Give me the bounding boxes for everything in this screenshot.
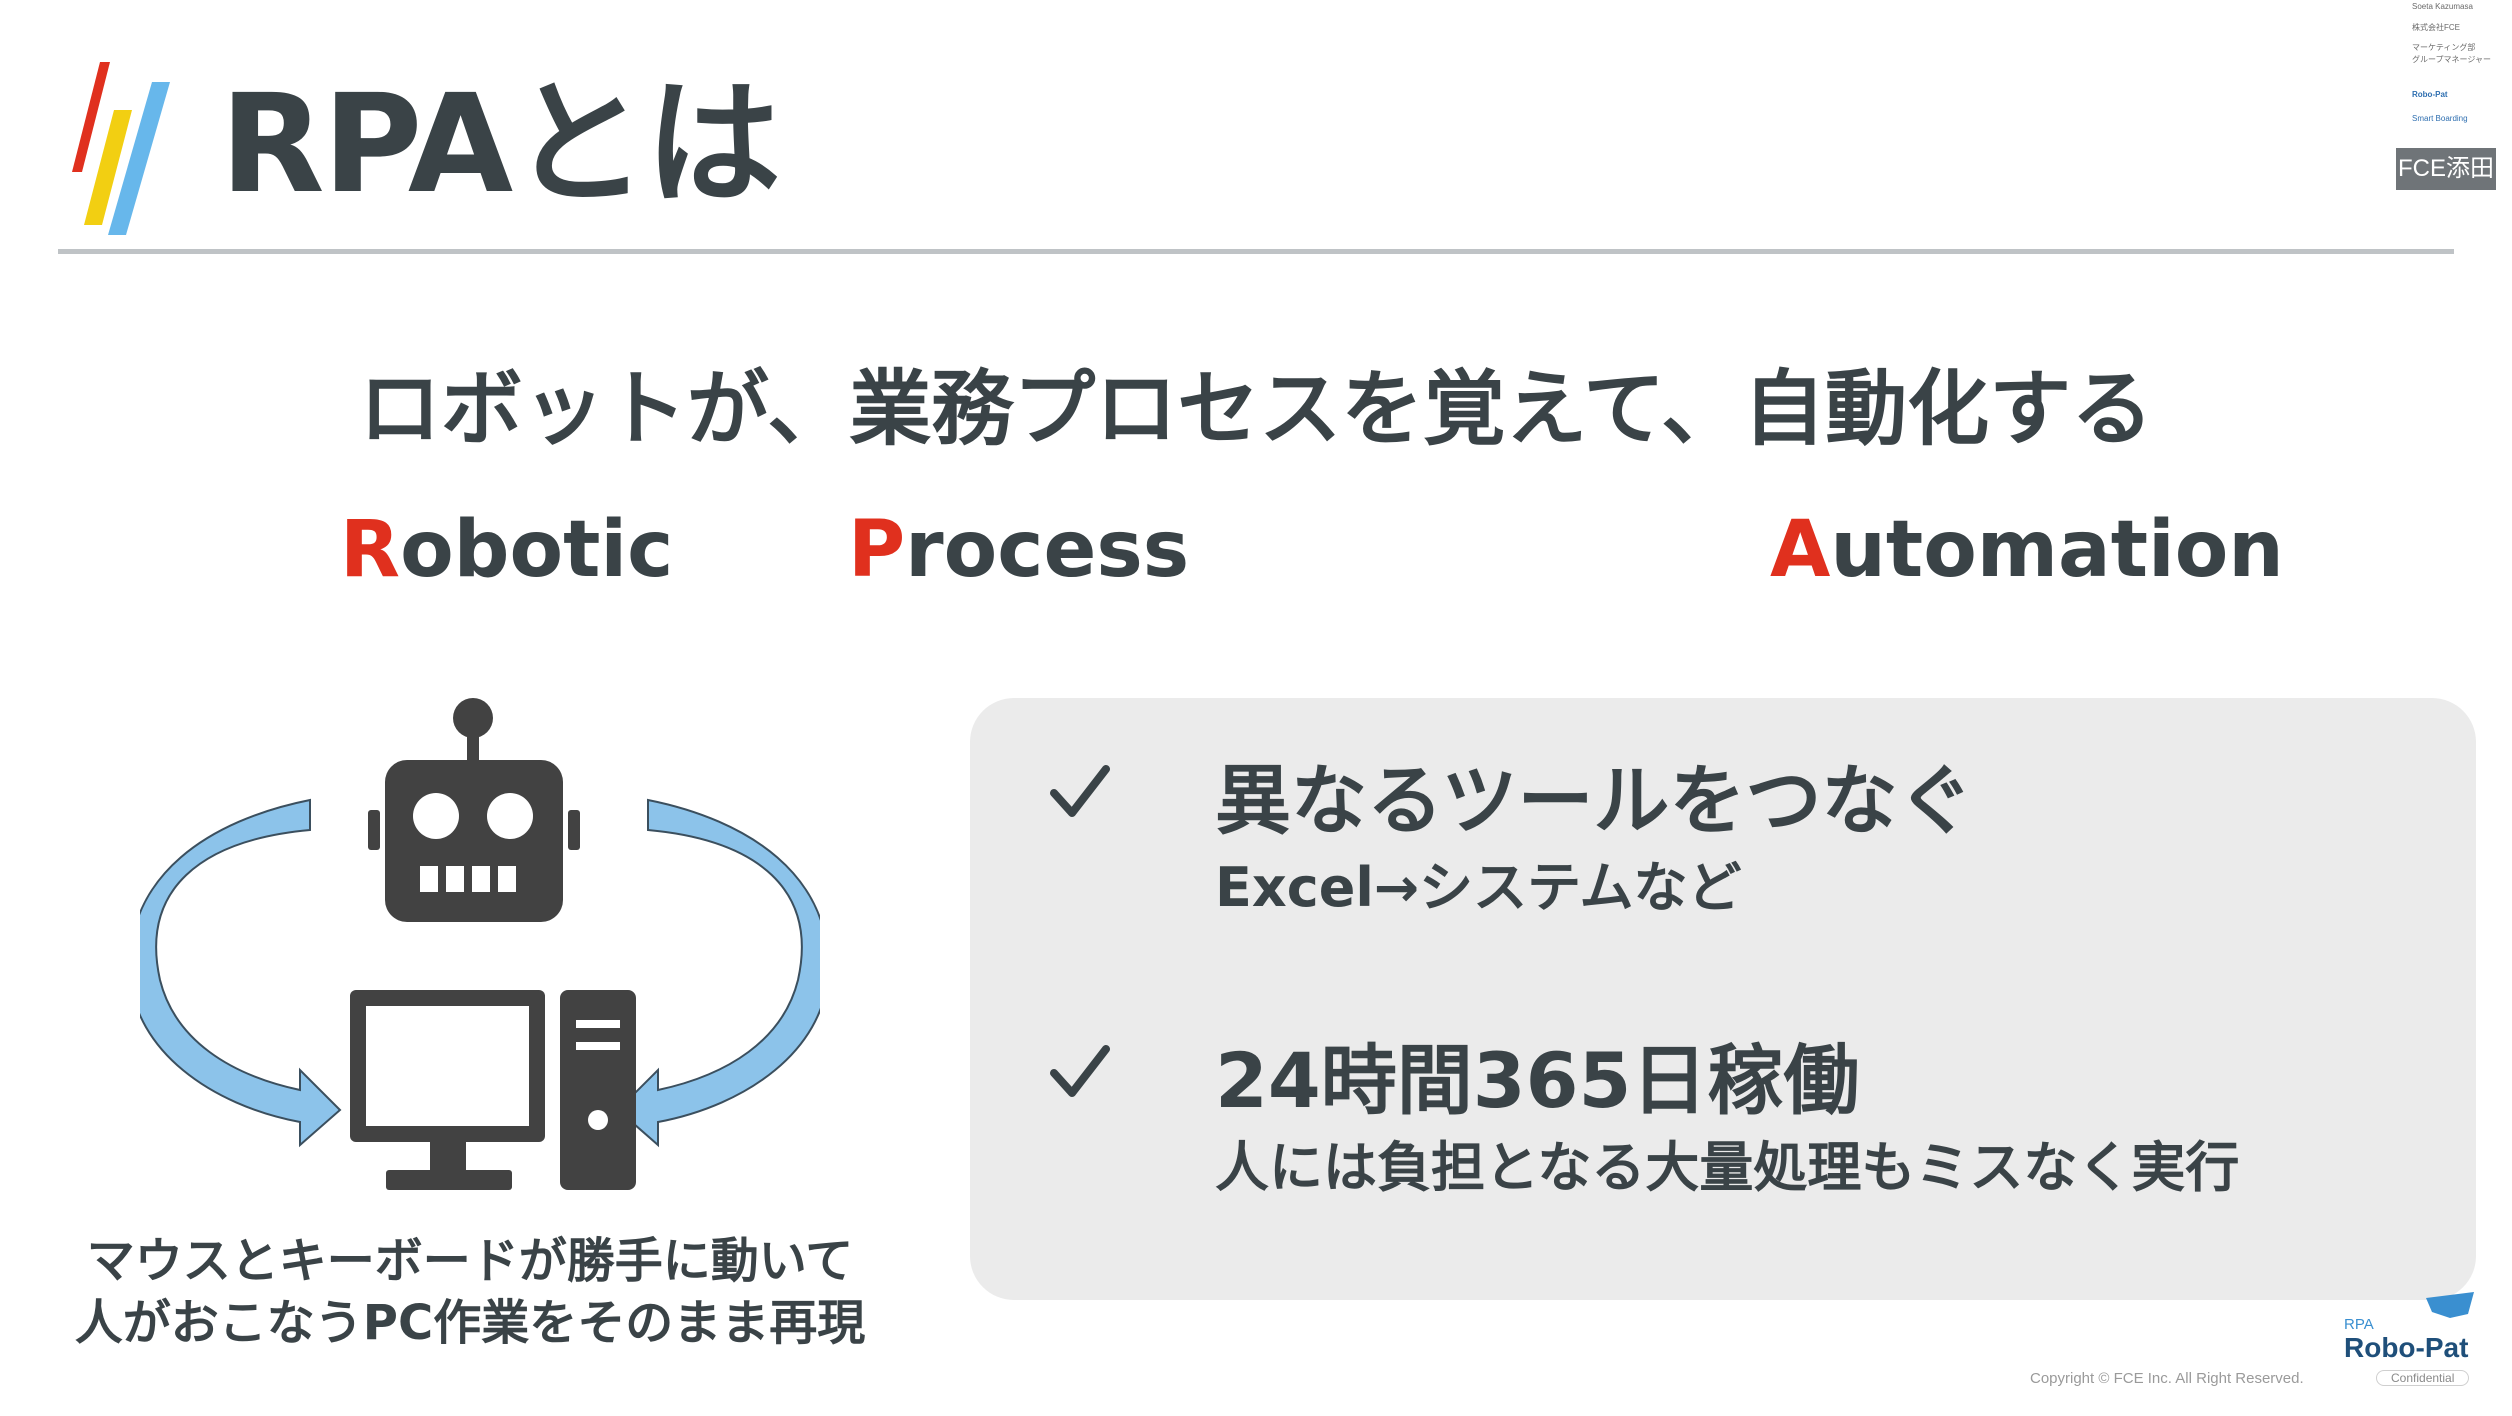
acronym-rest: rocess xyxy=(905,505,1190,595)
brand-name: Robo-Pat xyxy=(2344,1332,2469,1363)
feature-subtitle: 人には負担となる大量処理もミスなく実行 xyxy=(1215,1136,2240,1199)
feature-title: 異なるツールをつなぐ xyxy=(1215,756,1974,845)
check-icon xyxy=(1050,765,1110,817)
brand-small-label: RPA xyxy=(2344,1316,2374,1333)
presenter-video-tile[interactable]: Soeta Kazumasa 株式会社FCE マーケティング部 グループマネージ… xyxy=(2396,0,2512,195)
acronym-word-robotic: Robotic xyxy=(340,505,673,595)
presenter-header-line: グループマネージャー xyxy=(2412,55,2491,64)
page-title: RPAとは xyxy=(220,66,781,224)
robot-icon xyxy=(368,698,580,922)
headline: ロボットが、業務プロセスを覚えて、自動化する xyxy=(358,362,2154,457)
robot-caption: マウスとキーボードが勝手に動いて 人がおこなうPC作業をそのまま再現 xyxy=(40,1230,900,1354)
acronym-rest: utomation xyxy=(1830,505,2284,595)
robot-head-icon xyxy=(2426,1292,2474,1318)
feature-title: 24時間365日稼働 xyxy=(1215,1036,1860,1125)
presenter-header-line: Soeta Kazumasa xyxy=(2412,2,2473,11)
feature-panel: 異なるツールをつなぐ Excel→システムなど 24時間365日稼働 人には負担… xyxy=(970,698,2476,1300)
caption-line: マウスとキーボードが勝手に動いて xyxy=(86,1233,854,1289)
acronym-rest: obotic xyxy=(400,505,674,595)
feature-subtitle: Excel→システムなど xyxy=(1215,856,1742,919)
presenter-logo-smartboarding: Smart Boarding xyxy=(2412,114,2468,123)
robot-pc-illustration xyxy=(140,698,820,1190)
acronym-initial: A xyxy=(1770,505,1831,595)
caption-line: 人がおこなうPC作業をそのまま再現 xyxy=(74,1295,866,1351)
acronym-initial: R xyxy=(340,505,401,595)
presenter-header-line: 株式会社FCE xyxy=(2412,23,2460,32)
confidential-badge: Confidential xyxy=(2376,1370,2470,1386)
copyright-text: Copyright © FCE Inc. All Right Reserved. xyxy=(2030,1370,2304,1387)
presenter-header-line: マーケティング部 xyxy=(2412,43,2476,52)
computer-icon xyxy=(350,990,636,1190)
acronym-word-process: Process xyxy=(848,505,1189,595)
title-divider xyxy=(58,249,2454,254)
logo-bars-icon xyxy=(72,62,170,235)
acronym-word-automation: Automation xyxy=(1770,505,2284,595)
robopat-brand-logo: RPA Robo-Pat xyxy=(2338,1290,2498,1368)
acronym-initial: P xyxy=(848,505,906,595)
presenter-logo-robopat: Robo-Pat xyxy=(2412,90,2448,99)
presenter-name-label: FCE添田 xyxy=(2396,148,2496,190)
check-icon xyxy=(1050,1045,1110,1097)
